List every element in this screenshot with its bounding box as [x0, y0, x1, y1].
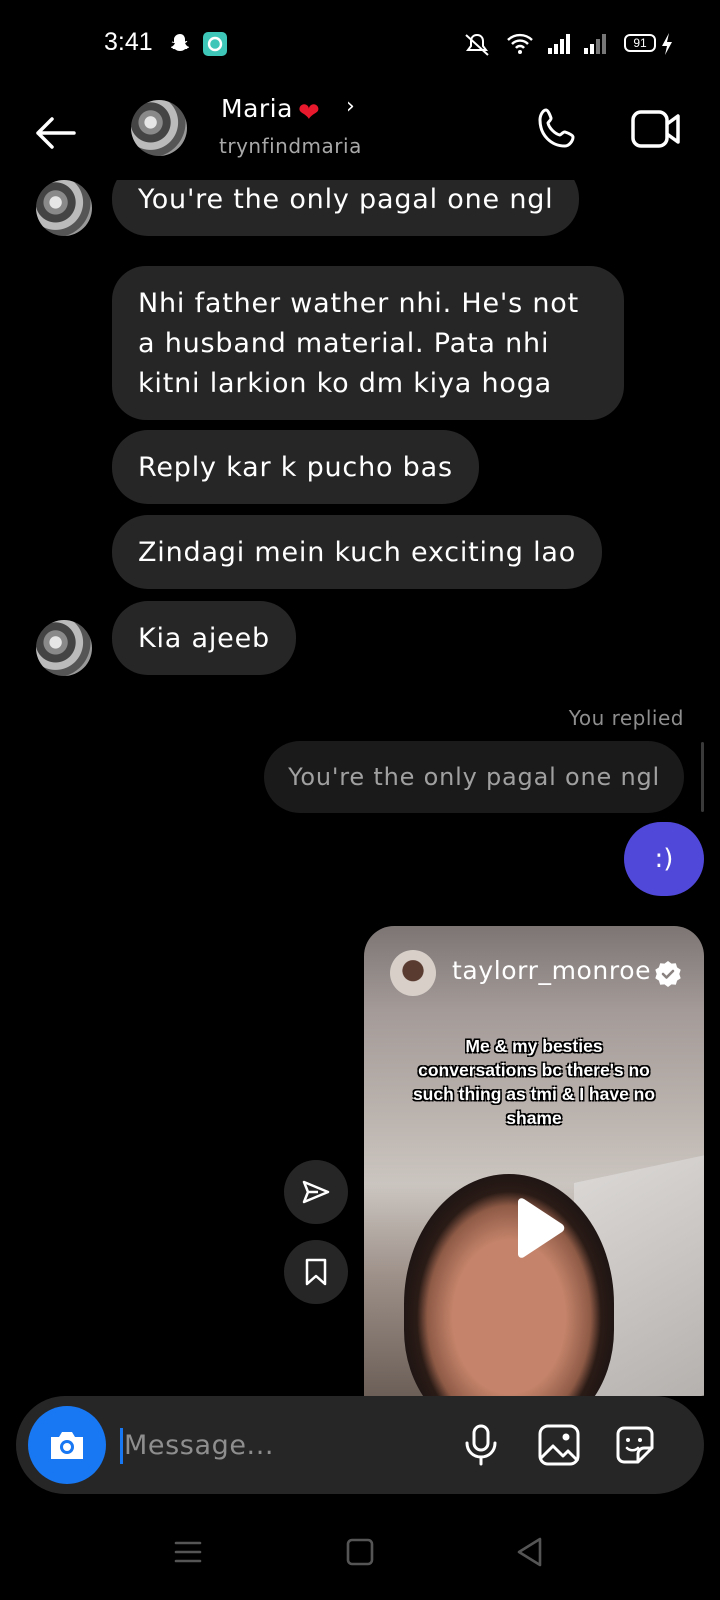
- camera-button[interactable]: [28, 1406, 106, 1484]
- sent-message-bubble[interactable]: :): [624, 822, 704, 896]
- microphone-icon[interactable]: [458, 1422, 504, 1468]
- reply-label: You replied: [568, 706, 684, 730]
- reel-author-username[interactable]: taylorr_monroe: [452, 956, 651, 985]
- message-bubble[interactable]: Kia ajeeb: [112, 601, 296, 675]
- contact-username[interactable]: trynfindmaria: [219, 134, 362, 158]
- image-icon[interactable]: [536, 1422, 582, 1468]
- shared-reel-card[interactable]: taylorr_monroe Me & my besties conversat…: [364, 926, 704, 1396]
- phone-icon[interactable]: [532, 104, 582, 154]
- play-icon[interactable]: [504, 1196, 568, 1260]
- charging-icon: [662, 33, 672, 55]
- sender-avatar[interactable]: [36, 180, 92, 236]
- arrow-left-icon[interactable]: [30, 108, 80, 158]
- battery-level: 91: [624, 34, 656, 52]
- contact-name[interactable]: Maria: [221, 94, 293, 123]
- signal-2-icon: [584, 34, 606, 54]
- snapchat-icon: [171, 34, 189, 51]
- verified-badge-icon: [655, 961, 681, 987]
- video-camera-icon[interactable]: [630, 106, 682, 152]
- quoted-text: You're the only pagal one ngl: [288, 763, 660, 791]
- bookmark-icon: [305, 1258, 327, 1286]
- wifi-icon: [507, 33, 533, 54]
- sticker-icon[interactable]: [612, 1422, 658, 1468]
- send-icon: [302, 1180, 330, 1204]
- message-bubble[interactable]: Reply kar k pucho bas: [112, 430, 479, 504]
- message-text: Reply kar k pucho bas: [138, 451, 453, 483]
- sender-avatar[interactable]: [36, 620, 92, 676]
- message-text: Nhi father wather nhi. He's not a husban…: [138, 288, 579, 399]
- share-button[interactable]: [284, 1160, 348, 1224]
- status-bar: 3:41 91: [0, 0, 720, 90]
- system-navigation-bar: [0, 1504, 720, 1600]
- message-composer: [16, 1396, 704, 1494]
- message-input[interactable]: [124, 1422, 444, 1468]
- reel-caption: Me & my besties conversations bc there's…: [412, 1036, 656, 1128]
- reply-indicator-line: [701, 742, 704, 812]
- save-button[interactable]: [284, 1240, 348, 1304]
- sent-message-text: :): [654, 844, 674, 874]
- quoted-reply-bubble[interactable]: You're the only pagal one ngl: [264, 741, 684, 813]
- message-text: You're the only pagal one ngl: [138, 183, 554, 215]
- signal-icon: [548, 34, 570, 54]
- message-bubble[interactable]: Zindagi mein kuch exciting lao: [112, 515, 603, 589]
- message-text: Kia ajeeb: [138, 622, 270, 654]
- chevron-right-icon[interactable]: ›: [346, 94, 355, 119]
- heart-icon: ❤: [298, 98, 320, 128]
- home-icon[interactable]: [342, 1534, 378, 1570]
- back-triangle-icon[interactable]: [512, 1534, 548, 1570]
- app-notification-icon: [203, 32, 227, 56]
- status-time: 3:41: [104, 28, 153, 56]
- reel-author-avatar[interactable]: [390, 950, 436, 996]
- menu-icon[interactable]: [170, 1534, 206, 1570]
- camera-icon: [51, 1432, 83, 1459]
- chat-header: Maria ❤ › trynfindmaria: [0, 90, 720, 180]
- contact-avatar[interactable]: [131, 100, 187, 156]
- message-text: Zindagi mein kuch exciting lao: [138, 536, 577, 568]
- message-bubble[interactable]: Nhi father wather nhi. He's not a husban…: [112, 266, 624, 420]
- text-caret: [120, 1428, 123, 1464]
- mute-icon: [465, 33, 489, 56]
